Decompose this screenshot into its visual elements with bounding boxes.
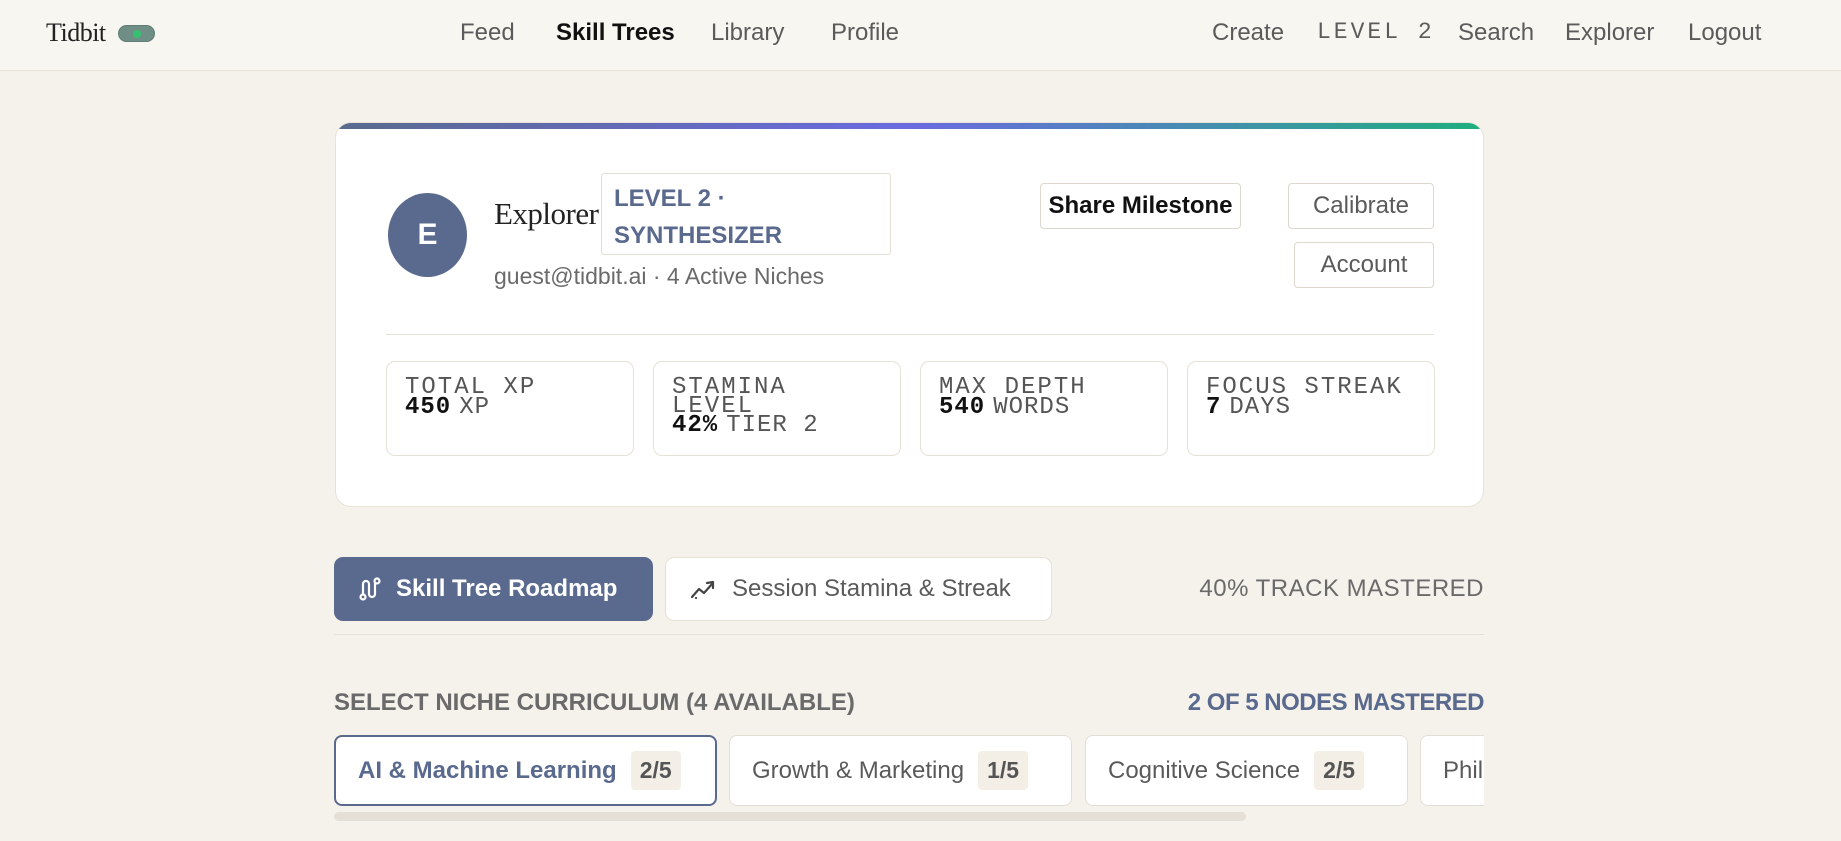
stat-stamina-level: STAMINA LEVEL 42% TIER 2 — [653, 361, 901, 456]
stat-unit: DAYS — [1229, 394, 1292, 421]
stat-value-row: 7 DAYS — [1206, 396, 1416, 420]
nav-skill-trees[interactable]: Skill Trees — [556, 19, 675, 47]
profile-name: Explorer — [494, 196, 599, 231]
niche-count: 2/5 — [1314, 751, 1365, 790]
niche-growth-marketing[interactable]: Growth & Marketing 1/5 — [729, 735, 1072, 806]
profile-card: E Explorer LEVEL 2 · SYNTHESIZER guest@t… — [335, 122, 1484, 507]
level-badge: LEVEL 2 · SYNTHESIZER — [601, 173, 891, 255]
nav-logout[interactable]: Logout — [1688, 19, 1761, 47]
nav-library[interactable]: Library — [711, 19, 784, 47]
theme-toggle[interactable] — [118, 25, 155, 42]
top-nav: Tidbit Feed Skill Trees Library Profile … — [0, 0, 1841, 71]
niche-ai-ml[interactable]: AI & Machine Learning 2/5 — [334, 735, 717, 806]
stat-value: 7 — [1206, 394, 1222, 421]
niche-name: Cognitive Science — [1108, 756, 1301, 784]
stat-focus-streak: FOCUS STREAK 7 DAYS — [1187, 361, 1435, 456]
stat-total-xp: TOTAL XP 450 XP — [386, 361, 634, 456]
nav-search[interactable]: Search — [1458, 19, 1534, 47]
niche-name: AI & Machine Learning — [358, 756, 617, 784]
stat-unit: XP — [459, 394, 491, 421]
niche-count: 1/5 — [978, 751, 1029, 790]
tab-label: Session Stamina & Streak — [732, 575, 1011, 602]
account-button[interactable]: Account — [1294, 242, 1434, 288]
stat-max-depth: MAX DEPTH 540 WORDS — [920, 361, 1168, 456]
card-divider — [386, 334, 1434, 335]
tab-label: Skill Tree Roadmap — [396, 575, 618, 602]
stat-value-row: 450 XP — [405, 396, 615, 420]
tab-session-stamina[interactable]: Session Stamina & Streak — [665, 557, 1052, 621]
curriculum-title: SELECT NICHE CURRICULUM (4 AVAILABLE) — [334, 689, 855, 716]
niche-count: 2/5 — [630, 751, 681, 790]
niche-scrollbar[interactable] — [334, 812, 1246, 821]
trend-icon — [690, 580, 715, 600]
stat-label: STAMINA LEVEL — [672, 374, 787, 420]
nav-level-indicator: LEVEL 2 — [1317, 19, 1435, 45]
niche-cognitive-science[interactable]: Cognitive Science 2/5 — [1085, 735, 1408, 806]
stat-value-row: 540 WORDS — [939, 396, 1149, 420]
stat-value: 42% — [672, 412, 719, 439]
roadmap-icon — [359, 577, 381, 601]
niche-philosophy[interactable]: Phil — [1420, 735, 1484, 806]
niche-tabs: AI & Machine Learning 2/5 Growth & Marke… — [334, 734, 1484, 808]
nav-feed[interactable]: Feed — [460, 19, 515, 47]
level-badge-line1: LEVEL 2 · — [614, 185, 726, 212]
stat-value-row: 42% TIER 2 — [672, 414, 882, 438]
stat-unit: WORDS — [993, 394, 1071, 421]
track-mastered-label: 40% TRACK MASTERED — [1199, 575, 1484, 602]
profile-subtitle: guest@tidbit.ai · 4 Active Niches — [494, 263, 825, 289]
niche-name: Phil — [1443, 756, 1484, 784]
calibrate-button[interactable]: Calibrate — [1288, 183, 1434, 229]
section-divider — [334, 634, 1484, 635]
nav-explorer[interactable]: Explorer — [1565, 19, 1654, 47]
toggle-knob — [133, 30, 141, 38]
tab-skill-tree-roadmap[interactable]: Skill Tree Roadmap — [334, 557, 653, 621]
level-badge-line2: SYNTHESIZER — [614, 222, 783, 249]
nav-profile[interactable]: Profile — [831, 19, 899, 47]
stat-value: 540 — [939, 394, 986, 421]
brand-logo[interactable]: Tidbit — [46, 18, 106, 48]
niche-name: Growth & Marketing — [752, 756, 965, 784]
avatar: E — [388, 193, 467, 277]
card-accent-bar — [336, 123, 1483, 129]
nodes-mastered-label: 2 OF 5 NODES MASTERED — [1187, 689, 1485, 716]
stat-value: 450 — [405, 394, 452, 421]
stat-unit: TIER 2 — [726, 412, 819, 439]
nav-create[interactable]: Create — [1212, 19, 1284, 47]
share-milestone-button[interactable]: Share Milestone — [1040, 183, 1241, 229]
